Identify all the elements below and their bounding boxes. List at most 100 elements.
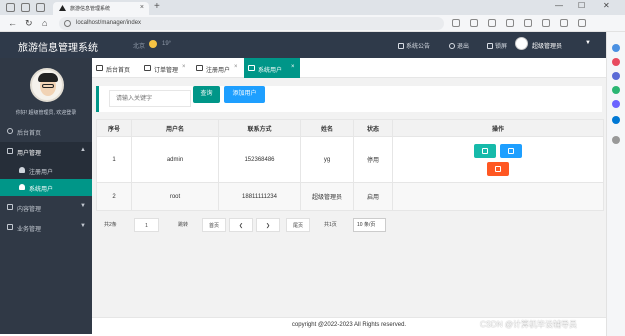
star-icon bbox=[7, 128, 13, 134]
browser-profile-icon[interactable] bbox=[6, 3, 15, 12]
column-header-username: 用户名 bbox=[131, 119, 219, 137]
chevron-down-icon: ▼ bbox=[585, 40, 591, 46]
extensions-icon[interactable] bbox=[542, 19, 550, 27]
welcome-text: 你好! 超级管理员, 欢迎登录 bbox=[15, 110, 77, 116]
browser-collections-icon[interactable] bbox=[21, 3, 30, 12]
view-button[interactable] bbox=[474, 143, 496, 158]
last-page-button[interactable]: 尾页 bbox=[286, 218, 310, 232]
lock-screen-button[interactable]: 锁屏 bbox=[487, 41, 507, 50]
tab-system-users[interactable]: 系统用户 × bbox=[244, 58, 300, 78]
user-icon bbox=[19, 167, 25, 173]
shopping-icon[interactable] bbox=[612, 58, 620, 66]
logout-label: 退出 bbox=[457, 44, 470, 50]
column-header-status: 状态 bbox=[353, 119, 393, 137]
copilot-icon[interactable] bbox=[612, 100, 620, 108]
cell-status: 停用 bbox=[353, 136, 393, 183]
watermark: CSDN @计算机毕设辅导员 bbox=[480, 320, 578, 329]
pager-pages: 共1页 bbox=[324, 222, 337, 228]
favorites-icon[interactable] bbox=[524, 19, 532, 27]
games-icon[interactable] bbox=[612, 86, 620, 94]
site-info-icon[interactable] bbox=[64, 20, 71, 27]
url-text: localhost/manager/index bbox=[76, 20, 142, 26]
add-icon[interactable] bbox=[612, 136, 620, 144]
sidebar-item-label: 用户管理 bbox=[17, 151, 42, 157]
tools-icon[interactable] bbox=[612, 72, 620, 80]
read-aloud-icon[interactable] bbox=[470, 19, 478, 27]
chevron-down-icon: ▼ bbox=[80, 223, 86, 229]
favorite-star-icon[interactable] bbox=[488, 19, 496, 27]
zoom-icon[interactable] bbox=[452, 19, 460, 27]
lock-screen-label: 锁屏 bbox=[495, 44, 508, 50]
user-icon bbox=[196, 65, 203, 71]
cell-no: 1 bbox=[96, 136, 132, 183]
gear-icon bbox=[7, 204, 13, 210]
tab-dashboard[interactable]: 后台首页 bbox=[92, 58, 138, 78]
page-number-input[interactable]: 1 bbox=[134, 218, 159, 232]
tab-orders[interactable]: 订单管理 × bbox=[140, 58, 190, 78]
sidebar-item-business-management[interactable]: 业务管理 ▼ bbox=[0, 218, 92, 238]
tab-label: 系统用户 bbox=[258, 68, 283, 74]
maximize-button[interactable]: ☐ bbox=[578, 1, 585, 10]
back-icon[interactable]: ← bbox=[8, 18, 17, 28]
cell-contact: 152368486 bbox=[218, 136, 301, 183]
browser-tab[interactable]: 旅游信息管理系统 × bbox=[53, 2, 149, 15]
query-button[interactable]: 查询 bbox=[193, 86, 220, 103]
minimize-button[interactable]: — bbox=[555, 1, 563, 10]
edit-button[interactable] bbox=[500, 143, 522, 158]
users-table: 序号 用户名 联系方式 姓名 状态 操作 1 admin 152368486 y… bbox=[96, 119, 604, 211]
chevron-down-icon: ▼ bbox=[80, 203, 86, 209]
weather-temperature: 19° bbox=[162, 41, 172, 47]
split-screen-icon[interactable] bbox=[506, 19, 514, 27]
url-input[interactable]: localhost/manager/index bbox=[59, 17, 444, 30]
close-tab-icon[interactable]: × bbox=[234, 64, 238, 70]
sidebar-item-user-management[interactable]: 用户管理 ▲ bbox=[0, 142, 92, 162]
cell-contact: 18811111234 bbox=[218, 182, 301, 211]
sidebar: 你好! 超级管理员, 欢迎登录 后台首页 用户管理 ▲ 注册用户 系统用户 内容… bbox=[0, 58, 92, 334]
sidebar-item-label: 后台首页 bbox=[17, 131, 42, 137]
order-icon bbox=[144, 65, 151, 71]
outlook-icon[interactable] bbox=[612, 116, 620, 124]
delete-button[interactable] bbox=[487, 161, 509, 176]
menu-icon[interactable] bbox=[578, 19, 586, 27]
gear-icon bbox=[7, 224, 13, 230]
logout-button[interactable]: 退出 bbox=[449, 41, 469, 50]
sidebar-item-system-users[interactable]: 系统用户 bbox=[0, 179, 92, 196]
content-tab-bar: 后台首页 订单管理 × 注册用户 × 系统用户 × bbox=[92, 58, 606, 78]
add-user-button[interactable]: 添加用户 bbox=[224, 86, 265, 103]
app-logo[interactable]: 旅游信息管理系统 bbox=[18, 39, 98, 54]
new-tab-button[interactable]: + bbox=[154, 1, 160, 12]
browser-tabs-icon[interactable] bbox=[36, 3, 45, 12]
jump-button[interactable]: 跳转 bbox=[178, 218, 188, 232]
search-panel: 查询 添加用户 bbox=[96, 86, 602, 112]
cell-no: 2 bbox=[96, 182, 132, 211]
delete-icon bbox=[495, 165, 501, 172]
sidebar-item-dashboard[interactable]: 后台首页 bbox=[0, 122, 92, 142]
first-page-button[interactable]: 首页 bbox=[202, 218, 226, 232]
sidebar-item-content-management[interactable]: 内容管理 ▼ bbox=[0, 198, 92, 218]
cell-username: root bbox=[131, 182, 219, 211]
column-header-name: 姓名 bbox=[300, 119, 354, 137]
refresh-icon[interactable]: ↻ bbox=[25, 18, 33, 29]
browser-tab-bar: 旅游信息管理系统 × + — ☐ ✕ bbox=[0, 0, 625, 15]
prev-page-icon[interactable]: ❮ bbox=[229, 218, 253, 232]
column-header-actions: 操作 bbox=[392, 119, 604, 137]
close-tab-icon[interactable]: × bbox=[291, 64, 295, 70]
downloads-icon[interactable] bbox=[560, 19, 568, 27]
sidebar-item-registered-users[interactable]: 注册用户 bbox=[0, 162, 92, 179]
page-size-select[interactable]: 10 条/页 bbox=[353, 218, 386, 232]
sidebar-item-label: 注册用户 bbox=[29, 170, 54, 176]
close-tab-icon[interactable]: × bbox=[140, 4, 144, 11]
app-header: 旅游信息管理系统 北京 19° 系统公告 退出 锁屏 超级管理员 ▼ bbox=[0, 32, 606, 58]
search-input[interactable] bbox=[109, 90, 191, 107]
cell-status: 启用 bbox=[353, 182, 393, 211]
cell-name: yg bbox=[300, 136, 354, 183]
search-icon[interactable] bbox=[612, 44, 620, 52]
close-tab-icon[interactable]: × bbox=[182, 64, 186, 70]
next-page-icon[interactable]: ❯ bbox=[256, 218, 280, 232]
browser-tab-title: 旅游信息管理系统 bbox=[70, 6, 111, 12]
home-icon[interactable]: ⌂ bbox=[42, 18, 47, 28]
system-notice-button[interactable]: 系统公告 bbox=[398, 41, 430, 50]
close-window-button[interactable]: ✕ bbox=[603, 1, 610, 10]
lock-icon bbox=[487, 43, 493, 49]
tab-registered-users[interactable]: 注册用户 × bbox=[192, 58, 242, 78]
